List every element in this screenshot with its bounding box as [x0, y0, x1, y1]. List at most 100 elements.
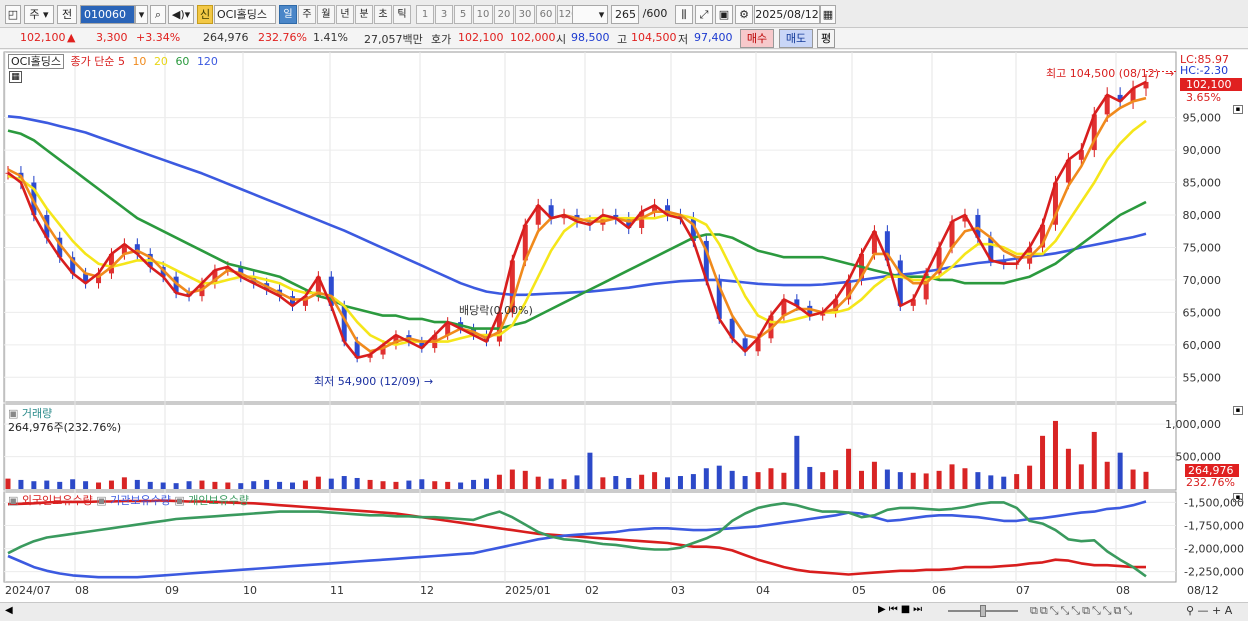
volume-value: 264,976 [203, 31, 249, 44]
period-button[interactable]: 일 [279, 5, 297, 24]
calendar-icon[interactable]: ▦ [820, 5, 836, 24]
chart-type-select[interactable]: 주 ▾ [24, 5, 54, 24]
bottom-scrollbar[interactable]: ◀ ▶⏮■⏭ ⧉⧉⤡⤡⤡⧉⤡⤡⧉⤡ ⚲ — + A [0, 602, 1248, 621]
holding-tick-label: -1,750,000 [1184, 519, 1244, 532]
price-tick-label: 55,000 [1183, 371, 1222, 384]
volume-bar [367, 479, 373, 489]
interval-button[interactable]: 1 [416, 5, 434, 24]
interval-button[interactable]: 20 [494, 5, 514, 24]
volume-bar [535, 476, 541, 489]
code-dropdown-icon[interactable]: ▾ [135, 5, 148, 24]
volume-bar [341, 476, 347, 489]
speaker-icon[interactable]: ◀)▾ [168, 5, 194, 24]
volume-bar [1104, 461, 1110, 489]
period-button[interactable]: 년 [336, 5, 354, 24]
volume-bar [574, 475, 580, 489]
volume-bar [729, 470, 735, 489]
x-tick-label: 09 [165, 584, 179, 597]
interval-button[interactable]: 10 [473, 5, 493, 24]
count-total: /600 [642, 7, 668, 20]
volume-bar [509, 469, 515, 489]
zoom-slider-handle[interactable] [980, 605, 986, 617]
volume-panel-close-icon[interactable]: ▪ [1233, 406, 1243, 415]
period-button[interactable]: 월 [317, 5, 335, 24]
grid-toggle-icon[interactable]: ▦ [9, 71, 22, 83]
volume-bar [1027, 465, 1033, 489]
x-tick-label: 08/12 [1187, 584, 1219, 597]
count-input[interactable]: 265 [611, 5, 639, 24]
prev-button[interactable]: 전 [57, 5, 77, 24]
volume-bar [83, 481, 89, 489]
foreign-legend[interactable]: 외국인보유수량 [22, 494, 93, 507]
x-tick-label: 10 [243, 584, 257, 597]
turnover-rate: 1.41% [313, 31, 348, 44]
layout-tools-icon[interactable]: ⧉⧉⤡⤡⤡⧉⤡⤡⧉⤡ [1030, 604, 1134, 618]
x-tick-label: 04 [756, 584, 770, 597]
date-input[interactable]: 2025/08/12 [754, 5, 820, 24]
candle-icon[interactable]: ⫼ [675, 5, 693, 24]
volume-bar [561, 479, 567, 489]
high-price: 104,500 [631, 31, 677, 44]
period-button[interactable]: 주 [298, 5, 316, 24]
interval-button[interactable]: 60 [536, 5, 556, 24]
volume-bar [328, 478, 334, 489]
volume-bar [44, 480, 50, 489]
volume-bar [70, 479, 76, 489]
gear-icon[interactable]: ⚙ [735, 5, 753, 24]
volume-bar [703, 468, 709, 489]
price-panel-title[interactable]: OCI홀딩스 [8, 54, 64, 69]
institution-legend[interactable]: 기관보유수량 [110, 494, 171, 507]
draw-tool-icon[interactable]: ⤢ [695, 5, 713, 24]
volume-bar [354, 477, 360, 489]
holding-panel-close-icon[interactable]: ▪ [1233, 493, 1243, 502]
stock-code-input[interactable]: 010060 [80, 5, 135, 24]
interval-button[interactable]: 3 [435, 5, 453, 24]
price-panel-close-icon[interactable]: ▪ [1233, 105, 1243, 114]
volume-bar [613, 476, 619, 489]
zoom-controls[interactable]: ⚲ — + A [1186, 604, 1232, 617]
ask-price: 102,000 [510, 31, 556, 44]
current-price: 102,100 [20, 31, 66, 44]
price-tick-label: 90,000 [1183, 144, 1222, 157]
individual-legend[interactable]: 개인보유수량 [188, 494, 249, 507]
save-icon[interactable]: ▣ [715, 5, 733, 24]
volume-bar [5, 478, 11, 489]
volume-bar [833, 470, 839, 489]
price-tick-label: 75,000 [1183, 241, 1222, 254]
interval-dropdown-icon[interactable]: ▾ [596, 5, 608, 24]
ma20-legend: 20 [153, 55, 168, 68]
quote-label: 호가 [431, 33, 452, 46]
x-tick-label: 05 [852, 584, 866, 597]
search-icon[interactable]: ⌕ [150, 5, 166, 24]
x-tick-label: 12 [420, 584, 434, 597]
high-label: 고 [617, 33, 628, 46]
price-change: 3,300 [96, 31, 128, 44]
trade-amount: 27,057백만 [364, 33, 423, 46]
buy-button[interactable]: 매수 [740, 29, 774, 48]
volume-bar [677, 476, 683, 489]
volume-bar [496, 474, 502, 489]
period-button[interactable]: 틱 [393, 5, 411, 24]
playback-controls[interactable]: ▶⏮■⏭ [878, 604, 925, 615]
volume-tick-label: 1,000,000 [1165, 418, 1221, 431]
volume-bar [471, 479, 477, 489]
price-tick-label: 65,000 [1183, 306, 1222, 319]
eval-button[interactable]: 평 [817, 29, 835, 48]
high-annotation: 최고 104,500 (08/12) → [1046, 65, 1174, 81]
interval-button[interactable]: 5 [454, 5, 472, 24]
volume-bar [600, 477, 606, 489]
period-button[interactable]: 분 [355, 5, 373, 24]
volume-bar [212, 481, 218, 489]
sell-button[interactable]: 매도 [779, 29, 813, 48]
period-button[interactable]: 초 [374, 5, 392, 24]
stock-name-field[interactable]: OCI홀딩스 [214, 5, 276, 24]
window-menu-icon[interactable]: ◰ [5, 5, 21, 24]
x-tick-label: 08 [75, 584, 89, 597]
individual-marker-icon: ▣ [174, 494, 185, 507]
interval-button[interactable]: 30 [515, 5, 535, 24]
last-pct-tag: 3.65% [1186, 91, 1221, 104]
volume-bar [1130, 469, 1136, 489]
scroll-left-icon[interactable]: ◀ [5, 605, 13, 616]
volume-bar [690, 474, 696, 489]
ma120-legend: 120 [196, 55, 218, 68]
